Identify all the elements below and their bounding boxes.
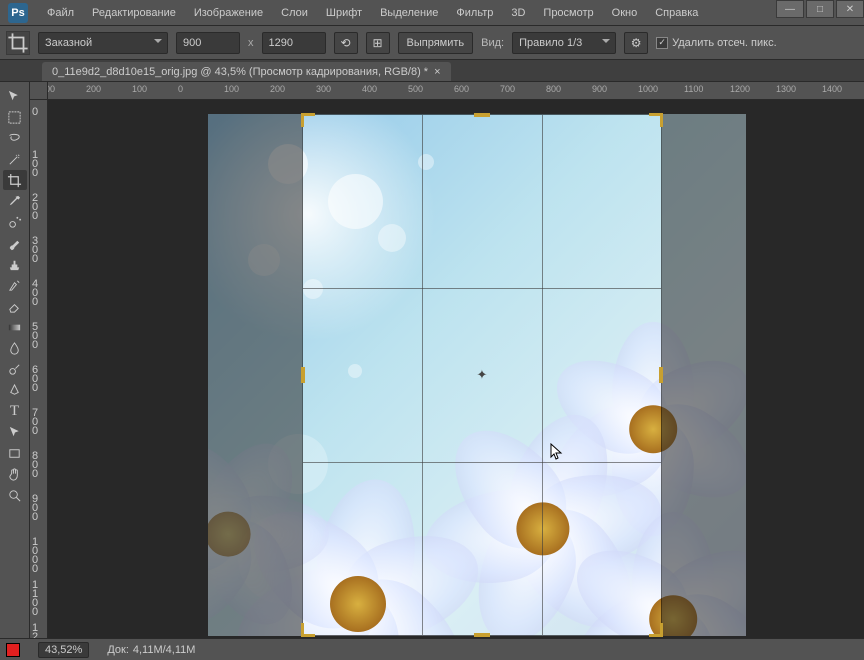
zoom-level[interactable]: 43,52% (38, 642, 89, 658)
canvas-area[interactable]: 3002001000100200300400500600700800900100… (30, 82, 864, 638)
marquee-tool[interactable] (3, 107, 27, 127)
window-maximize[interactable]: □ (806, 0, 834, 18)
type-tool[interactable]: T (3, 401, 27, 421)
eraser-tool[interactable] (3, 296, 27, 316)
menu-file[interactable]: Файл (38, 2, 83, 24)
document-tab[interactable]: 0_11e9d2_d8d10e15_orig.jpg @ 43,5% (Прос… (42, 62, 451, 81)
window-close[interactable]: ✕ (836, 0, 864, 18)
menu-window[interactable]: Окно (603, 2, 647, 24)
brush-tool[interactable] (3, 233, 27, 253)
close-tab-icon[interactable]: × (434, 66, 440, 78)
crop-handle-right[interactable] (659, 367, 663, 383)
view-preset-dropdown[interactable]: Правило 1/3 (512, 32, 616, 54)
clear-dimensions-icon[interactable]: ⊞ (366, 32, 390, 54)
eyedropper-tool[interactable] (3, 191, 27, 211)
hand-tool[interactable] (3, 464, 27, 484)
crop-handle-tl[interactable] (301, 113, 319, 131)
crop-shield-left (208, 114, 302, 636)
menu-image[interactable]: Изображение (185, 2, 272, 24)
crop-preset-dropdown[interactable]: Заказной (38, 32, 168, 54)
menu-help[interactable]: Справка (646, 2, 707, 24)
zoom-tool[interactable] (3, 485, 27, 505)
checkbox-checked-icon (656, 37, 668, 49)
foreground-color-swatch[interactable] (6, 643, 20, 657)
rectangle-tool[interactable] (3, 443, 27, 463)
settings-gear-icon[interactable]: ⚙ (624, 32, 648, 54)
doc-size: Док: 4,11M/4,11M (107, 644, 195, 656)
menu-3d[interactable]: 3D (502, 2, 534, 24)
status-bar: 43,52% Док: 4,11M/4,11M (0, 638, 864, 660)
horizontal-ruler: 3002001000100200300400500600700800900100… (48, 82, 864, 100)
menu-filter[interactable]: Фильтр (447, 2, 502, 24)
menu-view[interactable]: Просмотр (534, 2, 602, 24)
delete-cropped-checkbox[interactable]: Удалить отсеч. пикс. (656, 37, 777, 49)
crop-height-input[interactable]: 1290 (262, 32, 326, 54)
crop-tool-icon[interactable] (6, 31, 30, 55)
swap-dimensions-icon[interactable]: ⟲ (334, 32, 358, 54)
crop-handle-top[interactable] (474, 113, 490, 117)
crop-handle-bl[interactable] (301, 619, 319, 637)
path-selection-tool[interactable] (3, 422, 27, 442)
crop-handle-bottom[interactable] (474, 633, 490, 637)
view-label: Вид: (481, 37, 504, 49)
menu-edit[interactable]: Редактирование (83, 2, 185, 24)
dimension-x: x (248, 37, 254, 49)
crop-width-input[interactable]: 900 (176, 32, 240, 54)
menu-bar: Ps Файл Редактирование Изображение Слои … (0, 0, 864, 26)
crop-center-icon: ✦ (477, 367, 488, 383)
crop-box[interactable]: ✦ (302, 114, 662, 636)
options-bar: Заказной 900 x 1290 ⟲ ⊞ Выпрямить Вид: П… (0, 26, 864, 60)
clone-stamp-tool[interactable] (3, 254, 27, 274)
crop-shield-right (662, 114, 746, 636)
document-tab-bar: 0_11e9d2_d8d10e15_orig.jpg @ 43,5% (Прос… (0, 60, 864, 82)
move-tool[interactable] (3, 86, 27, 106)
menu-type[interactable]: Шрифт (317, 2, 371, 24)
crop-handle-br[interactable] (645, 619, 663, 637)
blur-tool[interactable] (3, 338, 27, 358)
magic-wand-tool[interactable] (3, 149, 27, 169)
crop-handle-left[interactable] (301, 367, 305, 383)
pen-tool[interactable] (3, 380, 27, 400)
window-minimize[interactable]: — (776, 0, 804, 18)
history-brush-tool[interactable] (3, 275, 27, 295)
menu-layers[interactable]: Слои (272, 2, 317, 24)
menu-select[interactable]: Выделение (371, 2, 447, 24)
vertical-ruler: 0100200300400500600700800900100011001200 (30, 100, 48, 638)
document-tab-title: 0_11e9d2_d8d10e15_orig.jpg @ 43,5% (Прос… (52, 66, 428, 78)
straighten-button[interactable]: Выпрямить (398, 32, 474, 54)
toolbox: T (0, 82, 30, 638)
ruler-corner (30, 82, 48, 100)
crop-tool[interactable] (3, 170, 27, 190)
crop-handle-tr[interactable] (645, 113, 663, 131)
spot-heal-tool[interactable] (3, 212, 27, 232)
dodge-tool[interactable] (3, 359, 27, 379)
gradient-tool[interactable] (3, 317, 27, 337)
lasso-tool[interactable] (3, 128, 27, 148)
app-logo: Ps (8, 3, 28, 23)
